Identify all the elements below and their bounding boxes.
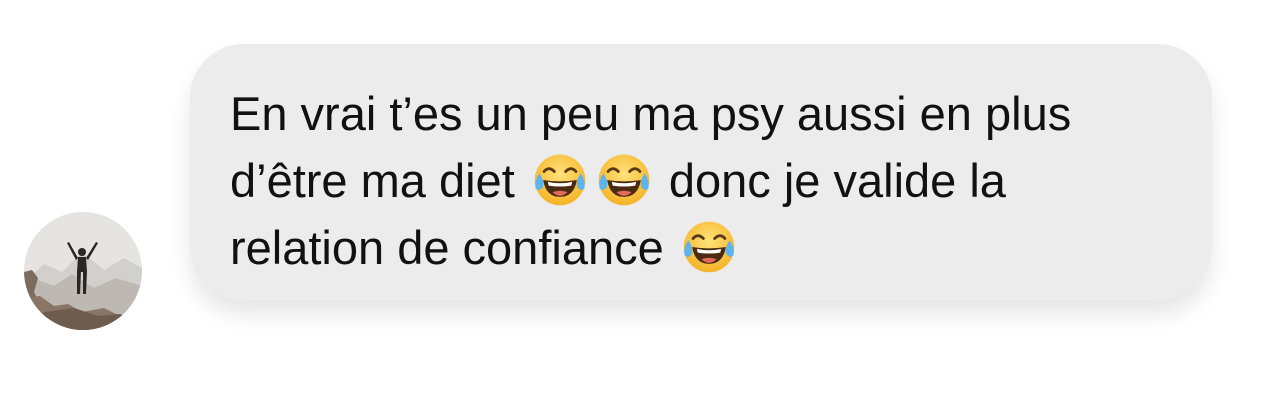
- message-line-3-start: relation de confiance: [230, 221, 677, 274]
- message-text: En vrai t’es un peu ma psy aussi en plus…: [230, 80, 1182, 281]
- face-with-tears-of-joy-icon: [683, 221, 735, 273]
- message-bubble[interactable]: En vrai t’es un peu ma psy aussi en plus…: [190, 44, 1212, 300]
- avatar-photo: [24, 212, 142, 330]
- message-line-1: En vrai t’es un peu ma psy aussi en plus: [230, 87, 1072, 140]
- message-line-2: d’être ma diet donc je valide la: [230, 147, 1182, 214]
- message-line-3: relation de confiance: [230, 214, 1182, 281]
- chat-view: En vrai t’es un peu ma psy aussi en plus…: [0, 0, 1280, 411]
- message-line-2-end: donc je valide la: [655, 154, 1006, 207]
- avatar[interactable]: [24, 212, 142, 330]
- face-with-tears-of-joy-icon: [534, 154, 586, 206]
- face-with-tears-of-joy-icon: [598, 154, 650, 206]
- message-line-2-start: d’être ma diet: [230, 154, 528, 207]
